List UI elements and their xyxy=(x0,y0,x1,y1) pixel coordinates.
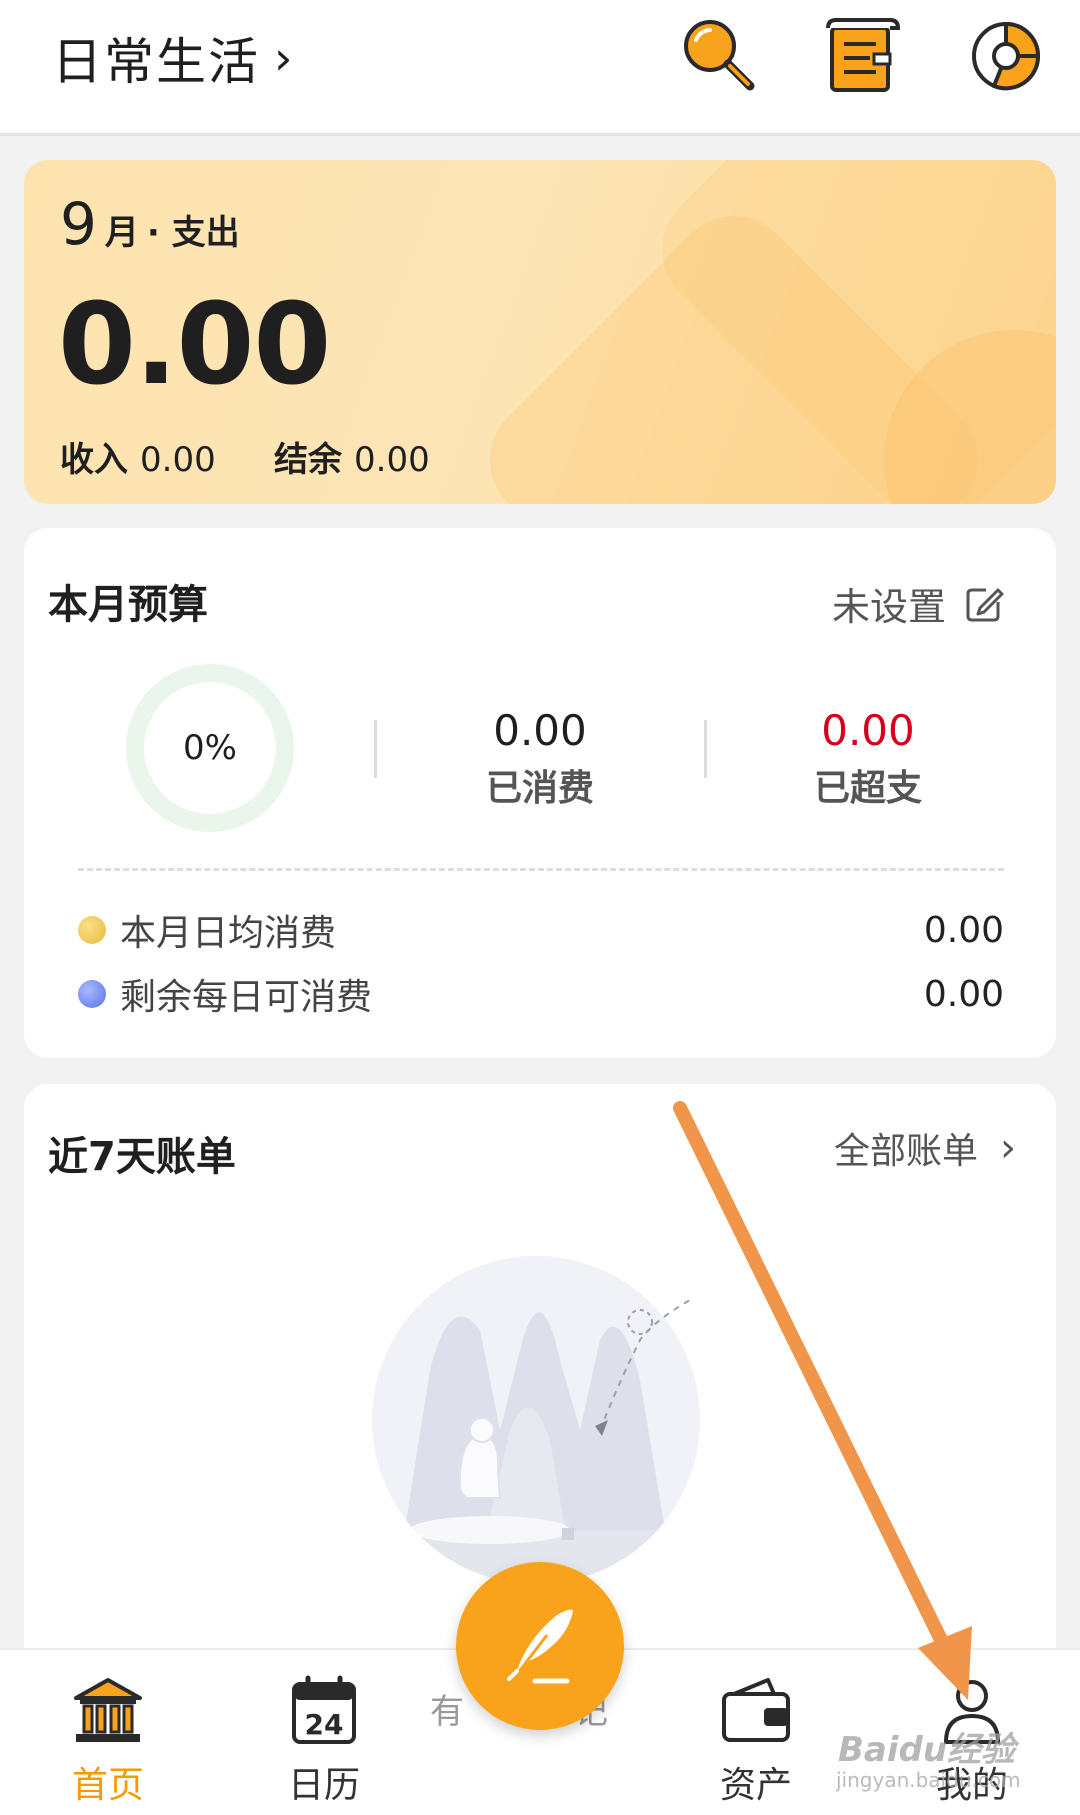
income-value: 0.00 xyxy=(140,440,216,480)
all-bills-label: 全部账单 xyxy=(833,1131,978,1172)
nav-item-calendar[interactable]: 24 日历 xyxy=(244,1672,404,1808)
budget-progress-ring: 0% xyxy=(126,664,294,832)
spent-stat: 0.00 已消费 xyxy=(430,706,650,811)
calendar-icon: 24 xyxy=(292,1675,356,1744)
watermark-brand: Baidu经验 xyxy=(838,1730,1016,1770)
wallet-icon xyxy=(722,1678,790,1742)
account-book-selector[interactable]: 日常生活 › xyxy=(52,22,294,94)
dashed-divider xyxy=(78,868,1004,871)
balance-label: 结余 xyxy=(274,440,342,480)
pie-chart-icon[interactable] xyxy=(964,14,1048,98)
month-header: 9 月 · 支出 xyxy=(60,190,240,258)
bank-icon xyxy=(74,1678,142,1742)
daily-remaining-row: 剩余每日可消费 0.00 xyxy=(78,968,1004,1020)
edit-icon xyxy=(966,588,1004,621)
overspent-value: 0.00 xyxy=(821,706,915,755)
top-bar: 日常生活 › xyxy=(0,0,1080,136)
spent-label: 已消费 xyxy=(485,768,594,809)
feather-pen-icon xyxy=(507,1609,573,1684)
month-unit: 月 xyxy=(104,213,139,253)
yellow-dot-icon xyxy=(78,916,106,944)
nav-label-calendar: 日历 xyxy=(287,1765,360,1806)
overspent-label: 已超支 xyxy=(813,768,922,809)
daily-average-row: 本月日均消费 0.00 xyxy=(78,904,1004,956)
budget-percent: 0% xyxy=(183,728,237,768)
chevron-right-icon: › xyxy=(274,31,295,85)
calendar-day-number: 24 xyxy=(305,1708,344,1741)
search-icon[interactable] xyxy=(676,14,760,98)
balance-summary: 结余 0.00 xyxy=(274,432,430,481)
divider xyxy=(374,720,377,778)
budget-status-text: 未设置 xyxy=(831,585,946,629)
empty-state-illustration xyxy=(372,1256,700,1584)
daily-remaining-label: 剩余每日可消费 xyxy=(120,977,373,1018)
balance-value: 0.00 xyxy=(354,440,430,480)
nav-item-home[interactable]: 首页 xyxy=(28,1672,188,1808)
expense-amount: 0.00 xyxy=(58,280,331,410)
monthly-budget-card: 本月预算 未设置 0% 0.00 已消费 0.00 已超支 本月日均消费 0.0… xyxy=(24,528,1056,1058)
nav-label-assets: 资产 xyxy=(719,1765,792,1806)
daily-average-label: 本月日均消费 xyxy=(120,913,337,954)
income-label: 收入 xyxy=(60,440,128,480)
nav-label-home: 首页 xyxy=(71,1765,144,1806)
add-record-button[interactable] xyxy=(456,1562,624,1730)
all-bills-link[interactable]: 全部账单 › xyxy=(834,1122,1016,1174)
watermark-url: jingyan.baidu.com xyxy=(836,1768,1021,1792)
budget-title: 本月预算 xyxy=(48,582,208,628)
daily-remaining-value: 0.00 xyxy=(923,973,1004,1015)
recent-bills-title: 近7天账单 xyxy=(48,1134,236,1180)
divider xyxy=(704,720,707,778)
summary-type-label: · 支出 xyxy=(146,213,240,253)
blue-dot-icon xyxy=(78,980,106,1008)
account-book-name: 日常生活 xyxy=(52,33,260,91)
overspent-stat: 0.00 已超支 xyxy=(758,706,978,811)
chevron-right-icon: › xyxy=(1000,1125,1016,1171)
spent-value: 0.00 xyxy=(493,706,587,755)
income-summary: 收入 0.00 xyxy=(60,432,216,481)
budget-settings-button[interactable]: 未设置 xyxy=(832,576,1004,631)
daily-average-value: 0.00 xyxy=(923,909,1004,951)
monthly-summary-card[interactable]: 9 月 · 支出 0.00 收入 0.00 结余 0.00 xyxy=(24,160,1056,504)
bill-list-icon[interactable] xyxy=(820,14,904,98)
month-number: 9 xyxy=(60,190,97,258)
